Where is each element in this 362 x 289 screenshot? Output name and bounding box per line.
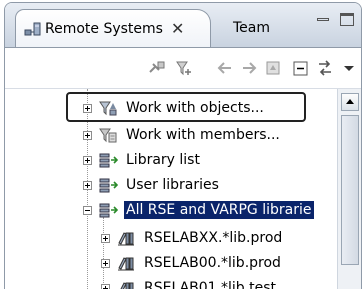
expand-icon[interactable] [101,259,110,268]
tree-item-library-list[interactable]: Library list [83,147,202,173]
filter-work-objects-icon [98,99,118,117]
library-list-icon [98,151,118,169]
tree-item-label: All RSE and VARPG librarie [124,201,314,219]
tree-item-label: User libraries [124,176,221,194]
forward-icon[interactable] [239,58,259,78]
library-icon [116,229,136,247]
tree-item-work-with-objects[interactable]: Work with objects... [83,95,266,121]
vertical-scrollbar[interactable] [337,89,362,289]
view-toolbar [5,48,361,89]
scroll-up-arrow-icon[interactable] [341,93,359,111]
tree-item-all-rse-varpg-libraries[interactable]: All RSE and VARPG librarie [83,197,314,223]
tab-remote-systems[interactable]: Remote Systems ✕ [15,9,211,47]
home-icon[interactable] [263,58,283,78]
expand-icon[interactable] [83,104,92,113]
maximize-icon[interactable] [339,13,355,27]
view-window-controls [315,13,355,27]
remote-systems-icon [24,21,42,37]
library-icon [116,254,136,272]
scroll-thumb[interactable] [341,115,359,265]
remote-systems-tree[interactable]: Work with objects... Work with members..… [5,89,337,289]
expand-icon[interactable] [83,131,92,140]
tree-item-work-with-members[interactable]: Work with members... [83,122,282,148]
tree-item-label: Library list [124,151,202,169]
close-icon[interactable]: ✕ [171,19,184,38]
view-menu-icon[interactable] [339,58,359,78]
minimize-icon[interactable] [315,13,331,27]
library-filter-icon [98,201,118,219]
tree-item-user-libraries[interactable]: User libraries [83,172,221,198]
view-tab-strip: Remote Systems ✕ Team [5,3,361,48]
expand-icon[interactable] [101,234,110,243]
expand-icon[interactable] [101,284,110,289]
tree-item-rselab00[interactable]: RSELAB00.*lib.prod [101,250,283,276]
tree-item-label: RSELAB00.*lib.prod [142,254,283,272]
tree-item-rselabxx[interactable]: RSELABXX.*lib.prod [101,225,284,251]
filter-work-members-icon [98,126,118,144]
remote-systems-view: Remote Systems ✕ Team [4,2,362,289]
user-libraries-icon [98,176,118,194]
tree-item-label: Work with members... [124,126,282,144]
tab-label: Team [233,20,270,36]
refine-icon[interactable] [173,58,193,78]
expand-icon[interactable] [83,156,92,165]
link-with-editor-icon[interactable] [315,58,335,78]
back-icon[interactable] [215,58,235,78]
tree-item-label: RSELABXX.*lib.prod [142,229,284,247]
collapse-icon[interactable] [83,206,92,215]
connect-icon[interactable] [147,58,167,78]
collapse-all-icon[interactable] [291,58,311,78]
tree-item-label: Work with objects... [124,99,266,117]
tab-label: Remote Systems [45,21,163,37]
expand-icon[interactable] [83,181,92,190]
tab-team[interactable]: Team [217,9,293,47]
tree-item-rselab01[interactable]: RSELAB01.*lib.test [101,275,278,289]
